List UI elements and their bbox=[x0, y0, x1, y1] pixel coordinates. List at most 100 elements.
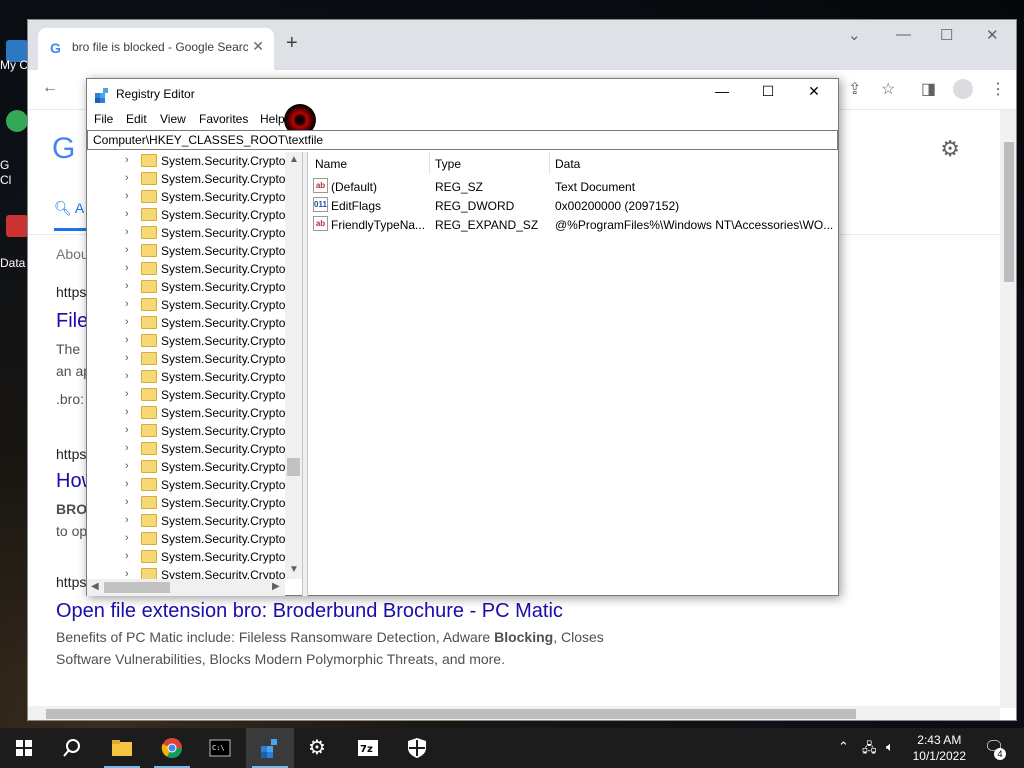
value-row[interactable]: ab (Default) REG_SZ Text Document bbox=[309, 177, 836, 196]
tree-item[interactable]: › System.Security.Crypto bbox=[87, 314, 287, 332]
result-url[interactable]: https bbox=[56, 446, 86, 462]
scroll-down-arrow-icon[interactable]: ▼ bbox=[289, 564, 299, 575]
system-clock[interactable]: 2:43 AM 10/1/2022 bbox=[913, 732, 966, 764]
close-window-button[interactable]: ✕ bbox=[986, 26, 999, 44]
tree-item[interactable]: › System.Security.Crypto bbox=[87, 350, 287, 368]
regedit-close-button[interactable]: ✕ bbox=[791, 83, 837, 105]
bookmark-star-icon[interactable]: ☆ bbox=[881, 79, 895, 99]
back-arrow-icon[interactable]: ← bbox=[42, 79, 58, 97]
column-header-type[interactable]: Type bbox=[435, 157, 461, 171]
scroll-left-arrow-icon[interactable]: ◀ bbox=[91, 581, 99, 592]
taskbar-regedit[interactable] bbox=[246, 728, 294, 768]
expand-chevron-icon[interactable]: › bbox=[125, 442, 129, 454]
scrollbar-thumb[interactable] bbox=[104, 582, 170, 593]
expand-chevron-icon[interactable]: › bbox=[125, 334, 129, 346]
menu-help[interactable]: Help bbox=[260, 112, 285, 126]
result-url[interactable]: https bbox=[56, 574, 86, 590]
share-icon[interactable]: ⇪ bbox=[848, 79, 861, 99]
menu-file[interactable]: File bbox=[94, 112, 113, 126]
expand-chevron-icon[interactable]: › bbox=[125, 550, 129, 562]
expand-chevron-icon[interactable]: › bbox=[125, 496, 129, 508]
menu-view[interactable]: View bbox=[160, 112, 186, 126]
tree-item[interactable]: › System.Security.Crypto bbox=[87, 206, 287, 224]
more-menu-icon[interactable]: ⋮ bbox=[990, 79, 1006, 99]
search-tab-all[interactable]: 🔍︎ A bbox=[54, 200, 84, 217]
expand-chevron-icon[interactable]: › bbox=[125, 244, 129, 256]
expand-chevron-icon[interactable]: › bbox=[125, 280, 129, 292]
taskbar-chrome[interactable] bbox=[148, 728, 196, 768]
maximize-button[interactable]: ☐ bbox=[940, 26, 953, 44]
scroll-right-arrow-icon[interactable]: ▶ bbox=[272, 581, 280, 592]
address-bar[interactable]: Computer\HKEY_CLASSES_ROOT\textfile bbox=[87, 130, 838, 150]
tree-item[interactable]: › System.Security.Crypto bbox=[87, 332, 287, 350]
tree-item[interactable]: › System.Security.Crypto bbox=[87, 152, 287, 170]
column-header-data[interactable]: Data bbox=[555, 157, 580, 171]
taskbar-search-button[interactable] bbox=[48, 728, 96, 768]
profile-avatar-icon[interactable] bbox=[953, 79, 973, 99]
tree-item[interactable]: › System.Security.Crypto bbox=[87, 404, 287, 422]
value-row[interactable]: ab FriendlyTypeNa... REG_EXPAND_SZ @%Pro… bbox=[309, 215, 836, 234]
network-icon[interactable]: 🖧︎ bbox=[862, 739, 877, 761]
taskbar-file-explorer[interactable] bbox=[98, 728, 146, 768]
desktop-icon-data[interactable] bbox=[0, 215, 30, 241]
expand-chevron-icon[interactable]: › bbox=[125, 154, 129, 166]
expand-chevron-icon[interactable]: › bbox=[125, 316, 129, 328]
expand-chevron-icon[interactable]: › bbox=[125, 532, 129, 544]
expand-chevron-icon[interactable]: › bbox=[125, 460, 129, 472]
taskbar-7zip[interactable]: 7z bbox=[344, 728, 392, 768]
tree-item[interactable]: › System.Security.Crypto bbox=[87, 512, 287, 530]
scrollbar-thumb[interactable] bbox=[287, 458, 300, 476]
expand-chevron-icon[interactable]: › bbox=[125, 190, 129, 202]
menu-favorites[interactable]: Favorites bbox=[199, 112, 248, 126]
regedit-minimize-button[interactable]: — bbox=[699, 83, 745, 105]
expand-chevron-icon[interactable]: › bbox=[125, 424, 129, 436]
expand-chevron-icon[interactable]: › bbox=[125, 262, 129, 274]
expand-chevron-icon[interactable]: › bbox=[125, 172, 129, 184]
result-title-pc-matic[interactable]: Open file extension bro: Broderbund Broc… bbox=[56, 600, 563, 623]
show-hidden-icons-chevron-icon[interactable]: ⌃ bbox=[838, 739, 849, 755]
tree-item[interactable]: › System.Security.Crypto bbox=[87, 242, 287, 260]
scrollbar-thumb[interactable] bbox=[1004, 142, 1014, 282]
tree-horizontal-scrollbar[interactable]: ◀ ▶ bbox=[87, 579, 285, 596]
start-button[interactable] bbox=[0, 728, 48, 768]
value-row[interactable]: 011 EditFlags REG_DWORD 0x00200000 (2097… bbox=[309, 196, 836, 215]
google-logo[interactable]: G bbox=[52, 132, 75, 166]
result-title[interactable]: File bbox=[56, 310, 88, 333]
tree-item[interactable]: › System.Security.Crypto bbox=[87, 170, 287, 188]
expand-chevron-icon[interactable]: › bbox=[125, 298, 129, 310]
taskbar-settings[interactable]: ⚙ bbox=[295, 728, 343, 768]
browser-tab[interactable]: G bro file is blocked - Google Search ✕ bbox=[38, 28, 274, 70]
expand-chevron-icon[interactable]: › bbox=[125, 208, 129, 220]
column-separator[interactable] bbox=[549, 152, 550, 174]
taskbar-defender[interactable] bbox=[393, 728, 441, 768]
tree-item[interactable]: › System.Security.Crypto bbox=[87, 386, 287, 404]
tree-vertical-scrollbar[interactable]: ▲ ▼ bbox=[285, 152, 302, 579]
tree-item[interactable]: › System.Security.Crypto bbox=[87, 440, 287, 458]
page-vertical-scrollbar[interactable] bbox=[1000, 110, 1016, 708]
new-tab-button[interactable]: + bbox=[286, 32, 298, 55]
page-horizontal-scrollbar[interactable] bbox=[28, 706, 1000, 720]
tree-item[interactable]: › System.Security.Crypto bbox=[87, 494, 287, 512]
expand-chevron-icon[interactable]: › bbox=[125, 406, 129, 418]
result-url[interactable]: https bbox=[56, 284, 86, 300]
tree-item[interactable]: › System.Security.Crypto bbox=[87, 422, 287, 440]
expand-chevron-icon[interactable]: › bbox=[125, 478, 129, 490]
expand-chevron-icon[interactable]: › bbox=[125, 388, 129, 400]
regedit-maximize-button[interactable]: ☐ bbox=[745, 83, 791, 105]
side-panel-icon[interactable]: ◨ bbox=[921, 79, 936, 99]
scrollbar-thumb[interactable] bbox=[46, 709, 856, 719]
menu-edit[interactable]: Edit bbox=[126, 112, 147, 126]
scroll-up-arrow-icon[interactable]: ▲ bbox=[289, 154, 299, 165]
expand-chevron-icon[interactable]: › bbox=[125, 514, 129, 526]
volume-icon[interactable]: 🔈︎ bbox=[886, 739, 894, 755]
tab-close-icon[interactable]: ✕ bbox=[252, 38, 264, 55]
tree-item[interactable]: › System.Security.Crypto bbox=[87, 188, 287, 206]
tree-item[interactable]: › System.Security.Crypto bbox=[87, 278, 287, 296]
tree-item[interactable]: › System.Security.Crypto bbox=[87, 476, 287, 494]
tree-item[interactable]: › System.Security.Crypto bbox=[87, 458, 287, 476]
desktop-icon-chrome[interactable] bbox=[0, 110, 30, 136]
tree-item[interactable]: › System.Security.Crypto bbox=[87, 368, 287, 386]
tree-item[interactable]: › System.Security.Crypto bbox=[87, 530, 287, 548]
expand-chevron-icon[interactable]: › bbox=[125, 352, 129, 364]
taskbar-terminal[interactable]: C:\ bbox=[196, 728, 244, 768]
